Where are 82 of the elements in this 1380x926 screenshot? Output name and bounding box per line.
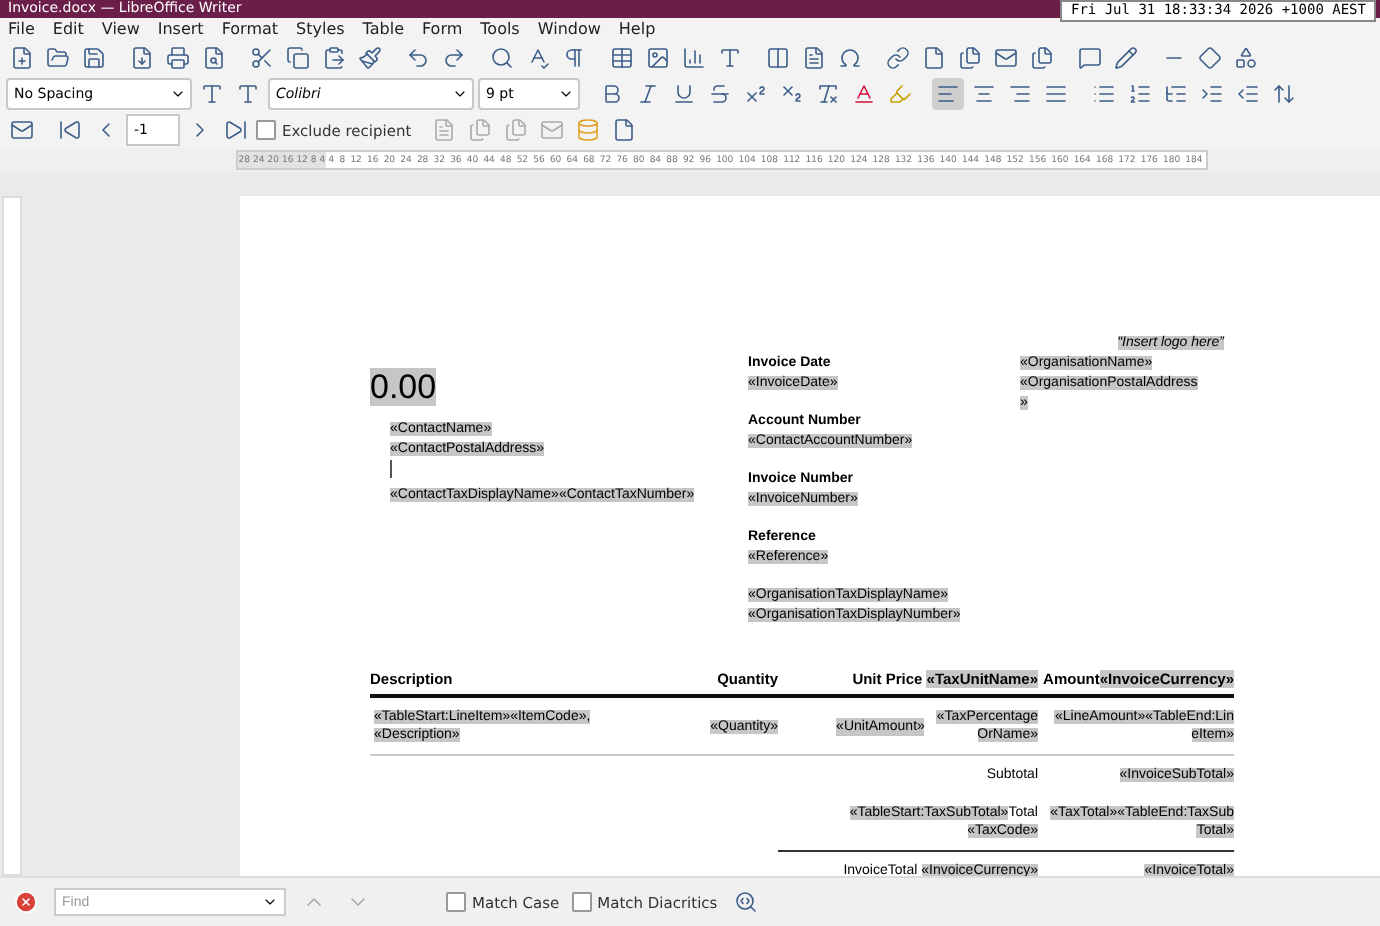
find-replace-icon bbox=[490, 46, 514, 70]
page-icon bbox=[611, 118, 636, 142]
menu-item[interactable]: Format bbox=[221, 20, 279, 38]
italic-icon bbox=[636, 82, 660, 106]
print-preview-icon bbox=[202, 46, 226, 70]
strikethrough-icon bbox=[708, 82, 732, 106]
text-box-icon bbox=[718, 46, 742, 70]
save-icon bbox=[82, 46, 106, 70]
menu-item[interactable]: View bbox=[101, 20, 140, 38]
comment-button[interactable] bbox=[1074, 42, 1106, 74]
menu-item[interactable]: Form bbox=[421, 20, 463, 38]
invoice-amount: 0.00 bbox=[370, 368, 437, 406]
align-right-icon bbox=[1008, 82, 1032, 106]
align-left-icon bbox=[936, 82, 960, 106]
field-icon bbox=[802, 46, 826, 70]
text-cursor bbox=[390, 460, 392, 478]
menu-item[interactable]: Tools bbox=[480, 20, 520, 38]
comment-icon bbox=[1078, 46, 1102, 70]
draw-shapes-button[interactable] bbox=[1230, 42, 1262, 74]
redo-icon bbox=[442, 46, 466, 70]
image-icon bbox=[646, 46, 670, 70]
caret-icon bbox=[452, 86, 468, 102]
menu-item[interactable]: Window bbox=[537, 20, 601, 38]
numbered-list-icon bbox=[1128, 82, 1152, 106]
clone-formatting-button[interactable] bbox=[354, 42, 386, 74]
menu-item[interactable]: Styles bbox=[296, 20, 345, 38]
track-changes-icon bbox=[1114, 46, 1138, 70]
bold-icon bbox=[600, 82, 624, 106]
outline-list-icon bbox=[1164, 82, 1188, 106]
close-icon bbox=[14, 890, 38, 914]
export-pdf-icon bbox=[130, 46, 154, 70]
data-source-icon bbox=[575, 118, 600, 142]
find-replace-button[interactable] bbox=[486, 42, 518, 74]
decrease-indent-icon bbox=[1236, 82, 1260, 106]
increase-indent-icon bbox=[1200, 82, 1224, 106]
folder-icon bbox=[46, 46, 70, 70]
special-character-icon bbox=[838, 46, 862, 70]
close-button[interactable] bbox=[10, 886, 42, 918]
shapes-button[interactable] bbox=[1194, 42, 1226, 74]
print-icon bbox=[166, 46, 190, 70]
undo-icon bbox=[406, 46, 430, 70]
formatting-marks-icon bbox=[562, 46, 586, 70]
align-left-button[interactable] bbox=[932, 78, 964, 110]
copy-icon bbox=[286, 46, 310, 70]
find-replace-icon bbox=[733, 890, 758, 914]
subscript-icon bbox=[780, 82, 804, 106]
spelling-icon bbox=[526, 46, 550, 70]
chart-icon bbox=[682, 46, 706, 70]
font-color-icon bbox=[852, 82, 876, 106]
table-icon bbox=[610, 46, 634, 70]
align-center-icon bbox=[972, 82, 996, 106]
underline-icon bbox=[672, 82, 696, 106]
justify-icon bbox=[1044, 82, 1068, 106]
save-button[interactable] bbox=[78, 42, 110, 74]
hyperlink-button[interactable] bbox=[882, 42, 914, 74]
table-button[interactable] bbox=[606, 42, 638, 74]
clone-formatting-icon bbox=[358, 46, 382, 70]
send-email-icon bbox=[539, 118, 564, 142]
menu-item[interactable]: File bbox=[8, 20, 35, 38]
image-button[interactable] bbox=[642, 42, 674, 74]
first-record-icon bbox=[58, 118, 82, 142]
menu-item[interactable]: Table bbox=[362, 20, 404, 38]
cut-icon bbox=[250, 46, 274, 70]
shapes-icon bbox=[1198, 46, 1222, 70]
highlighter-icon bbox=[888, 82, 912, 106]
last-record-icon bbox=[224, 118, 248, 142]
menu-item[interactable]: Help bbox=[618, 20, 656, 38]
menu-item[interactable]: Insert bbox=[157, 20, 204, 38]
superscript-icon bbox=[744, 82, 768, 106]
paste-icon bbox=[322, 46, 346, 70]
chart-button[interactable] bbox=[678, 42, 710, 74]
copy-button[interactable] bbox=[282, 42, 314, 74]
caret-icon bbox=[558, 86, 574, 102]
menu-item[interactable]: Edit bbox=[52, 20, 84, 38]
clear-formatting-icon bbox=[816, 82, 840, 106]
new-document-icon bbox=[10, 46, 34, 70]
caret-icon bbox=[170, 86, 186, 102]
hyperlink-icon bbox=[886, 46, 910, 70]
print-button[interactable] bbox=[162, 42, 194, 74]
line-spacing-icon bbox=[1272, 82, 1296, 106]
draw-shapes-icon bbox=[1234, 46, 1258, 70]
edit-document-icon bbox=[431, 118, 456, 142]
